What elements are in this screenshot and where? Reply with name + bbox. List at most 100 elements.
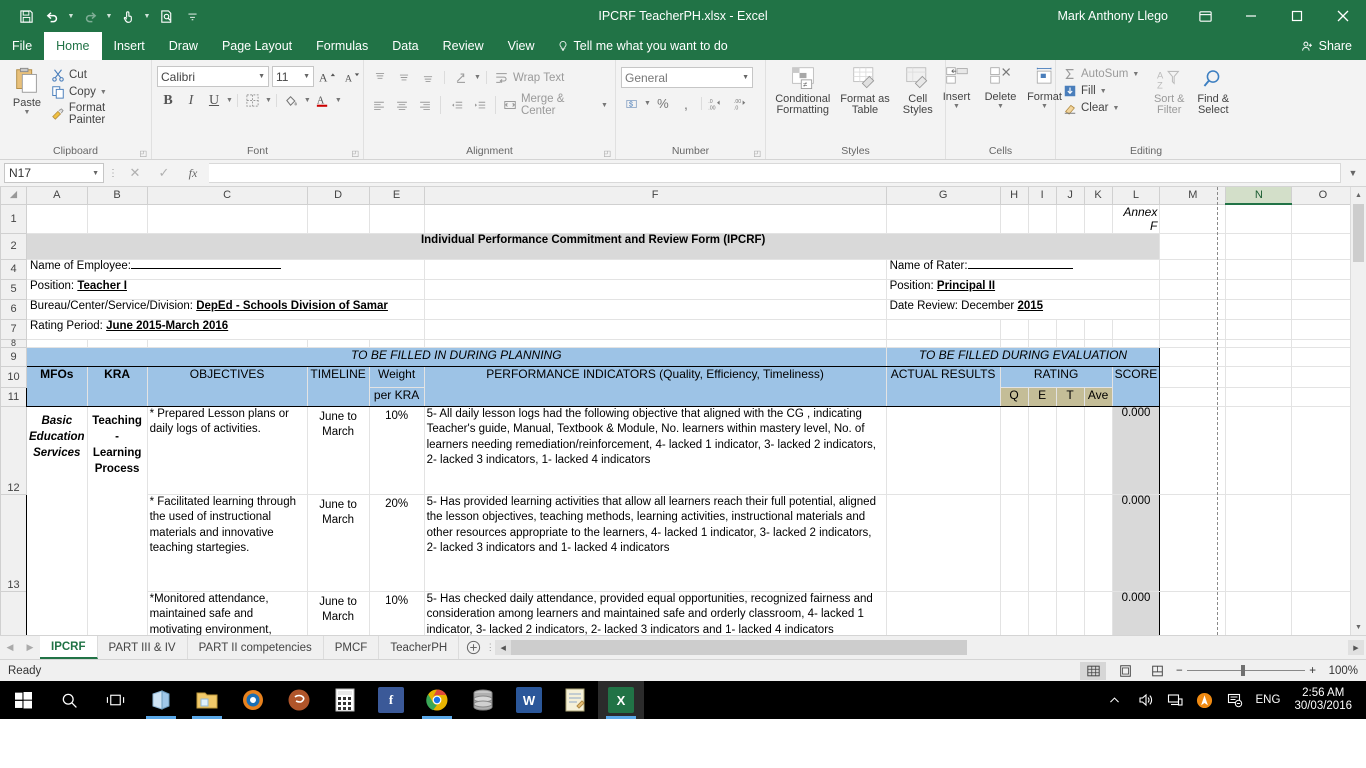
font-size-caret-icon[interactable]: ▼ <box>303 73 310 80</box>
cell-A9-planning-band[interactable]: TO BE FILLED IN DURING PLANNING <box>26 346 887 367</box>
employee-position-value[interactable]: Teacher I <box>77 280 127 292</box>
sheet-tab-pmcf[interactable]: PMCF <box>324 636 380 659</box>
insert-function-icon[interactable]: fx <box>180 166 206 181</box>
taskbar-app-excel[interactable]: X <box>598 681 644 719</box>
cell-O11[interactable] <box>1291 386 1355 407</box>
cell-O2[interactable] <box>1291 232 1355 260</box>
zoom-thumb[interactable] <box>1241 665 1246 676</box>
cell-D1[interactable] <box>306 203 370 234</box>
cell-G10-actual-results-header[interactable]: ACTUAL RESULTS <box>885 365 1001 407</box>
row-header-2[interactable]: 2 <box>0 232 27 260</box>
cell-L7[interactable] <box>1111 318 1161 340</box>
undo-dropdown-icon[interactable]: ▼ <box>66 4 76 28</box>
number-format-combo[interactable]: General ▼ <box>621 67 753 88</box>
cell-B10-kra-header[interactable]: KRA <box>86 365 148 407</box>
increase-decimal-icon[interactable]: .0.00 <box>706 93 728 114</box>
cell-M10[interactable] <box>1159 365 1227 388</box>
cell-G7[interactable] <box>885 318 1001 340</box>
taskbar-app-file-explorer[interactable] <box>184 681 230 719</box>
cell-D10-timeline-header[interactable]: TIMELINE <box>306 365 370 407</box>
cell-C1[interactable] <box>146 203 308 234</box>
row-header-4[interactable]: 4 <box>0 258 27 280</box>
cell-B8[interactable] <box>86 338 148 348</box>
cell-G9-evaluation-band[interactable]: TO BE FILLED DURING EVALUATION <box>885 346 1161 367</box>
enter-entry-icon[interactable]: ✓ <box>151 165 177 181</box>
cell-K7[interactable] <box>1083 318 1113 340</box>
cell-G8[interactable] <box>885 338 1001 348</box>
format-cells-dropdown-icon[interactable]: ▼ <box>1041 103 1048 110</box>
cell-C14-objective[interactable]: *Monitored attendance, maintained safe a… <box>146 590 308 635</box>
cell-M11[interactable] <box>1159 386 1227 407</box>
cell-K1[interactable] <box>1083 203 1113 234</box>
cell-H11-rating-q[interactable]: Q <box>999 386 1029 407</box>
sheet-tab-part-ii-competencies[interactable]: PART II competencies <box>188 636 324 659</box>
cell-N13[interactable] <box>1225 493 1293 592</box>
share-button[interactable]: Share <box>1287 32 1366 60</box>
italic-button[interactable]: I <box>180 90 202 111</box>
clear-button[interactable]: Clear ▼ <box>1061 100 1141 116</box>
paste-dropdown-icon[interactable]: ▼ <box>24 109 31 116</box>
underline-button[interactable]: U <box>203 90 225 111</box>
tab-page-layout[interactable]: Page Layout <box>210 32 304 60</box>
row-header-14[interactable]: 14 <box>0 590 27 635</box>
cell-H12-q[interactable] <box>999 405 1029 495</box>
row-header-6[interactable]: 6 <box>0 298 27 320</box>
cell-E11-weight-header-2[interactable]: per KRA <box>368 386 425 407</box>
borders-button[interactable] <box>242 90 264 111</box>
cell-K14-ave[interactable] <box>1083 590 1113 635</box>
column-header-F[interactable]: F <box>423 187 887 205</box>
autosum-button[interactable]: AutoSum ▼ <box>1061 66 1141 82</box>
page-break-preview-button[interactable] <box>1144 662 1170 680</box>
cell-K11-rating-ave[interactable]: Ave <box>1083 386 1113 407</box>
cell-M5[interactable] <box>1159 278 1227 300</box>
row-header-8[interactable]: 8 <box>0 338 27 348</box>
align-top-icon[interactable] <box>369 67 391 88</box>
vertical-scroll-thumb[interactable] <box>1353 204 1364 262</box>
cell-C10-objectives-header[interactable]: OBJECTIVES <box>146 365 308 407</box>
column-header-N[interactable]: N <box>1225 187 1293 205</box>
cell-N1[interactable] <box>1225 203 1293 234</box>
comma-style-button[interactable]: , <box>675 93 697 114</box>
align-bottom-icon[interactable] <box>417 67 439 88</box>
cell-G6-date-review[interactable]: Date Review: December 2015 <box>885 298 1161 320</box>
cell-J12-t[interactable] <box>1055 405 1085 495</box>
tab-home[interactable]: Home <box>44 32 102 60</box>
sheet-tab-part-iii-iv[interactable]: PART III & IV <box>98 636 188 659</box>
normal-view-button[interactable] <box>1080 661 1106 680</box>
cell-O7[interactable] <box>1291 318 1355 340</box>
taskbar-app-chrome[interactable] <box>414 681 460 719</box>
fill-dropdown-icon[interactable]: ▼ <box>1100 88 1107 95</box>
bureau-value[interactable]: DepEd - Schools Division of Samar <box>196 300 388 312</box>
cell-C13-objective[interactable]: * Facilitated learning through the used … <box>146 493 308 592</box>
cell-H7[interactable] <box>999 318 1029 340</box>
cell-A8[interactable] <box>26 338 88 348</box>
language-indicator[interactable]: ENG <box>1250 681 1287 719</box>
merge-center-button[interactable]: Merge & Center ▼ <box>501 92 610 118</box>
taskbar-app-firefox[interactable] <box>230 681 276 719</box>
cell-B12-kra[interactable]: Teaching - Learning Process <box>86 405 148 635</box>
cell-A12-mfo[interactable]: Basic Education Services <box>26 405 88 635</box>
zoom-out-button[interactable]: − <box>1176 665 1183 677</box>
number-format-caret-icon[interactable]: ▼ <box>742 74 749 81</box>
cell-E12-weight[interactable]: 10% <box>368 405 425 495</box>
cell-B1[interactable] <box>86 203 148 234</box>
align-right-icon[interactable] <box>415 95 436 116</box>
rating-period-value[interactable]: June 2015-March 2016 <box>106 320 228 332</box>
formula-input[interactable] <box>209 163 1341 183</box>
column-header-I[interactable]: I <box>1027 187 1057 205</box>
cell-D8[interactable] <box>306 338 370 348</box>
row-header-11[interactable]: 11 <box>0 386 27 407</box>
cell-A1[interactable] <box>26 203 88 234</box>
sheet-nav-prev-icon[interactable]: ◀ <box>0 636 20 659</box>
cell-N2[interactable] <box>1225 232 1293 260</box>
tab-review[interactable]: Review <box>431 32 496 60</box>
underline-dropdown-icon[interactable]: ▼ <box>226 97 233 104</box>
cell-K8[interactable] <box>1083 338 1113 348</box>
cell-M7[interactable] <box>1159 318 1227 340</box>
cell-D13-timeline[interactable]: June to March <box>306 493 370 592</box>
name-box[interactable]: N17 ▼ <box>4 163 104 183</box>
restore-button[interactable] <box>1274 0 1320 32</box>
row-header-7[interactable]: 7 <box>0 318 27 340</box>
cell-I14-e[interactable] <box>1027 590 1057 635</box>
cell-O5[interactable] <box>1291 278 1355 300</box>
